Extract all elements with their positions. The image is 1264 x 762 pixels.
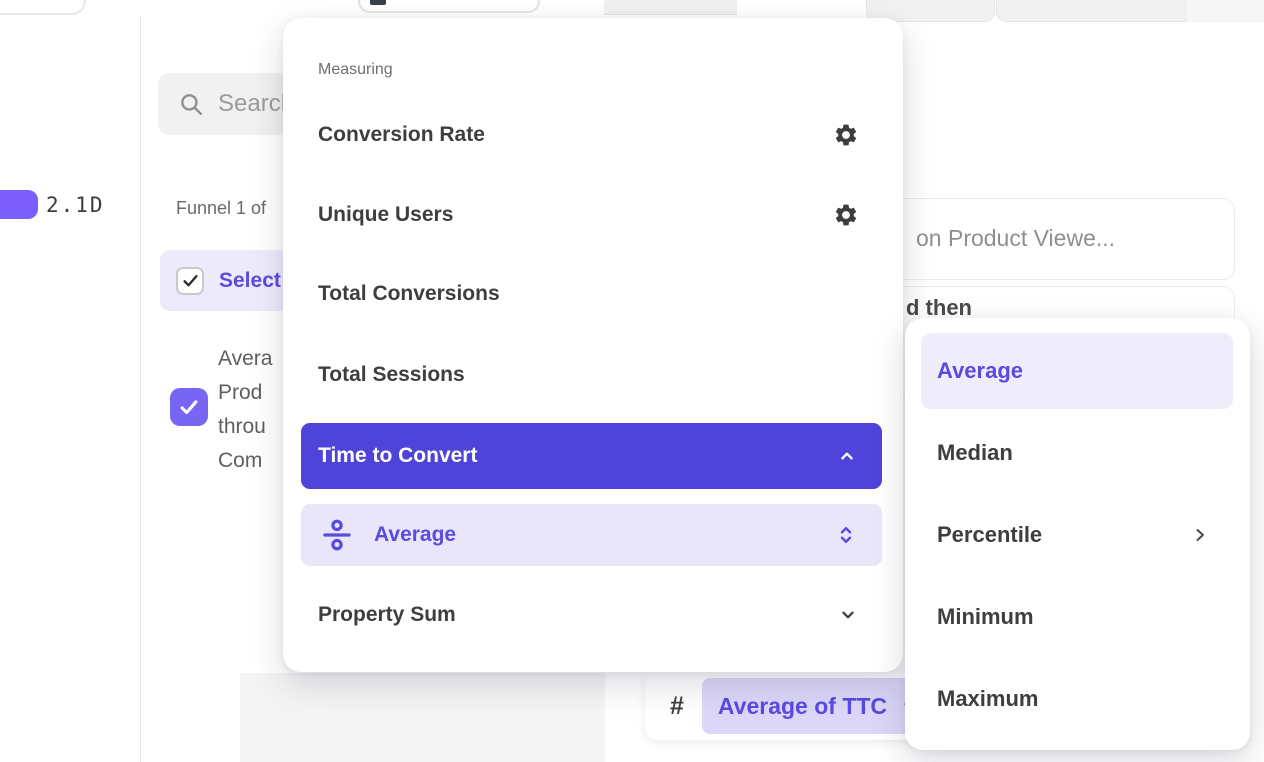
menu-item-unique-users[interactable]: Unique Users bbox=[283, 175, 903, 255]
submenu-item-maximum[interactable]: Maximum bbox=[905, 659, 1250, 739]
toolbar-segment-left bbox=[604, 0, 737, 15]
gear-icon[interactable] bbox=[833, 122, 859, 148]
event-card-label: on Product Viewe... bbox=[916, 225, 1115, 252]
checkbox-checked[interactable] bbox=[176, 267, 204, 295]
unfold-more-icon bbox=[834, 523, 858, 547]
numeric-type-symbol: # bbox=[670, 692, 684, 721]
measuring-header: Measuring bbox=[318, 61, 393, 79]
background-card-corner bbox=[0, 0, 86, 15]
gear-icon[interactable] bbox=[833, 202, 859, 228]
aggregation-dropdown: Average Median Percentile Minimum Maximu… bbox=[905, 318, 1250, 750]
search-icon bbox=[178, 91, 204, 117]
funnel-bar-segment bbox=[0, 190, 38, 219]
chevron-right-icon bbox=[1190, 525, 1210, 545]
submenu-item-minimum[interactable]: Minimum bbox=[905, 577, 1250, 657]
submenu-item-label: Median bbox=[937, 440, 1013, 466]
submenu-item-percentile[interactable]: Percentile bbox=[905, 495, 1250, 575]
submenu-item-average[interactable]: Average bbox=[921, 333, 1233, 409]
menu-item-label: Property Sum bbox=[318, 603, 456, 627]
submenu-item-label: Minimum bbox=[937, 604, 1034, 630]
submenu-item-label: Average bbox=[937, 358, 1023, 384]
toolbar-glyph-icon bbox=[370, 0, 386, 5]
chevron-up-icon bbox=[836, 445, 858, 467]
toolbar-segment-right-light bbox=[1185, 0, 1264, 22]
step-description: Avera Prod throu Com bbox=[218, 342, 284, 478]
toolbar-fragment bbox=[358, 0, 540, 13]
menu-item-conversion-rate[interactable]: Conversion Rate bbox=[283, 95, 903, 175]
toolbar-segment-right bbox=[996, 0, 1264, 22]
menu-item-label: Conversion Rate bbox=[318, 123, 485, 147]
menu-item-label: Unique Users bbox=[318, 203, 453, 227]
funnel-header: Funnel 1 of bbox=[176, 198, 266, 219]
menu-item-total-conversions[interactable]: Total Conversions bbox=[283, 254, 903, 334]
measuring-dropdown: Measuring Conversion Rate Unique Users T… bbox=[283, 18, 903, 672]
checkmark-icon bbox=[181, 271, 200, 290]
app-canvas: 2.1D Search Funnel 1 of Select Avera Pro… bbox=[0, 0, 1264, 762]
metric-value-label: 2.1D bbox=[46, 190, 105, 219]
step-checkbox[interactable] bbox=[170, 388, 208, 426]
panel-divider bbox=[140, 15, 141, 762]
chip-label: Average of TTC bbox=[718, 693, 887, 720]
canvas-gray-strip bbox=[240, 673, 605, 762]
menu-item-label: Time to Convert bbox=[318, 444, 477, 468]
division-icon bbox=[320, 518, 354, 552]
menu-item-ttc-average[interactable]: Average bbox=[301, 504, 882, 566]
checkmark-icon bbox=[178, 396, 200, 418]
menu-item-label: Total Conversions bbox=[318, 282, 500, 306]
menu-item-label: Total Sessions bbox=[318, 363, 465, 387]
menu-item-label: Average bbox=[374, 523, 834, 547]
submenu-item-label: Maximum bbox=[937, 686, 1038, 712]
submenu-item-median[interactable]: Median bbox=[905, 413, 1250, 493]
chevron-down-icon bbox=[837, 604, 859, 626]
menu-item-time-to-convert[interactable]: Time to Convert bbox=[301, 423, 882, 489]
menu-item-total-sessions[interactable]: Total Sessions bbox=[283, 335, 903, 415]
select-label: Select bbox=[219, 269, 281, 293]
submenu-item-label: Percentile bbox=[937, 522, 1042, 548]
menu-item-property-sum[interactable]: Property Sum bbox=[283, 575, 903, 655]
